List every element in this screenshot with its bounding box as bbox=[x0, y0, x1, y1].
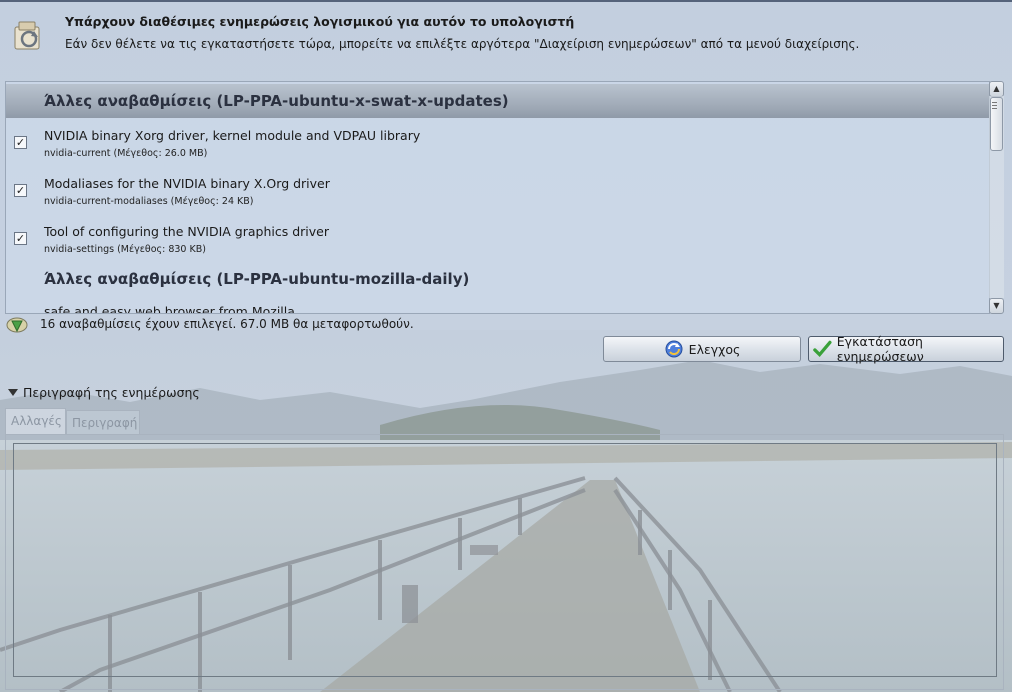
tab-changes[interactable]: Αλλαγές bbox=[5, 408, 66, 435]
download-arrow-icon bbox=[6, 317, 28, 333]
tab-description[interactable]: Περιγραφή bbox=[66, 410, 140, 434]
update-title: safe and easy web browser from Mozilla bbox=[44, 304, 295, 314]
description-expander-label: Περιγραφή της ενημέρωσης bbox=[23, 385, 200, 400]
checkmark-icon bbox=[813, 340, 832, 358]
header-title: Υπάρχουν διαθέσιμες ενημερώσεις λογισμικ… bbox=[65, 14, 575, 29]
update-title: NVIDIA binary Xorg driver, kernel module… bbox=[44, 128, 421, 143]
update-package-size: nvidia-settings (Μέγεθος: 830 KB) bbox=[44, 244, 206, 255]
refresh-icon bbox=[665, 340, 683, 358]
update-title: Modaliases for the NVIDIA binary X.Org d… bbox=[44, 176, 330, 191]
group-label: Άλλες αναβαθμίσεις (LP-PPA-ubuntu-mozill… bbox=[44, 270, 470, 288]
update-checkbox[interactable]: ✓ bbox=[14, 136, 27, 149]
update-package-size: nvidia-current (Μέγεθος: 26.0 MB) bbox=[44, 148, 208, 159]
software-update-icon bbox=[14, 21, 40, 50]
selection-summary: 16 αναβαθμίσεις έχουν επιλεγεί. 67.0 MB … bbox=[40, 317, 414, 331]
list-scrollbar[interactable]: ▲ ▼ bbox=[989, 81, 1004, 314]
scroll-down-icon[interactable]: ▼ bbox=[989, 298, 1004, 314]
scrollbar-grip bbox=[992, 102, 997, 110]
update-checkbox[interactable]: ✓ bbox=[14, 184, 27, 197]
update-group-header: Άλλες αναβαθμίσεις (LP-PPA-ubuntu-x-swat… bbox=[6, 84, 989, 118]
scroll-up-icon[interactable]: ▲ bbox=[989, 81, 1004, 97]
changes-text-view[interactable] bbox=[13, 443, 997, 677]
list-item[interactable]: ✓ NVIDIA binary Xorg driver, kernel modu… bbox=[6, 120, 989, 164]
description-expander[interactable]: Περιγραφή της ενημέρωσης bbox=[8, 385, 200, 400]
update-package-size: nvidia-current-modaliases (Μέγεθος: 24 K… bbox=[44, 196, 254, 207]
group-label: Άλλες αναβαθμίσεις (LP-PPA-ubuntu-x-swat… bbox=[44, 92, 509, 110]
update-checkbox[interactable]: ✓ bbox=[14, 232, 27, 245]
header-description: Εάν δεν θέλετε να τις εγκαταστήσετε τώρα… bbox=[65, 37, 860, 51]
list-item[interactable]: safe and easy web browser from Mozilla bbox=[6, 304, 989, 314]
check-button[interactable]: Ελεγχος bbox=[603, 336, 801, 362]
list-item[interactable]: ✓ Modaliases for the NVIDIA binary X.Org… bbox=[6, 168, 989, 212]
window-top-border bbox=[0, 0, 1012, 2]
update-group-header: Άλλες αναβαθμίσεις (LP-PPA-ubuntu-mozill… bbox=[6, 262, 989, 296]
updates-list[interactable]: Άλλες αναβαθμίσεις (LP-PPA-ubuntu-x-swat… bbox=[5, 81, 990, 314]
expander-arrow-icon bbox=[8, 389, 18, 396]
list-item[interactable]: ✓ Tool of configuring the NVIDIA graphic… bbox=[6, 216, 989, 260]
check-button-label: Ελεγχος bbox=[688, 341, 741, 357]
install-button-label: Εγκατάσταση ενημερώσεων bbox=[836, 334, 924, 364]
install-updates-button[interactable]: Εγκατάσταση ενημερώσεων bbox=[808, 334, 1004, 364]
update-title: Tool of configuring the NVIDIA graphics … bbox=[44, 224, 329, 239]
